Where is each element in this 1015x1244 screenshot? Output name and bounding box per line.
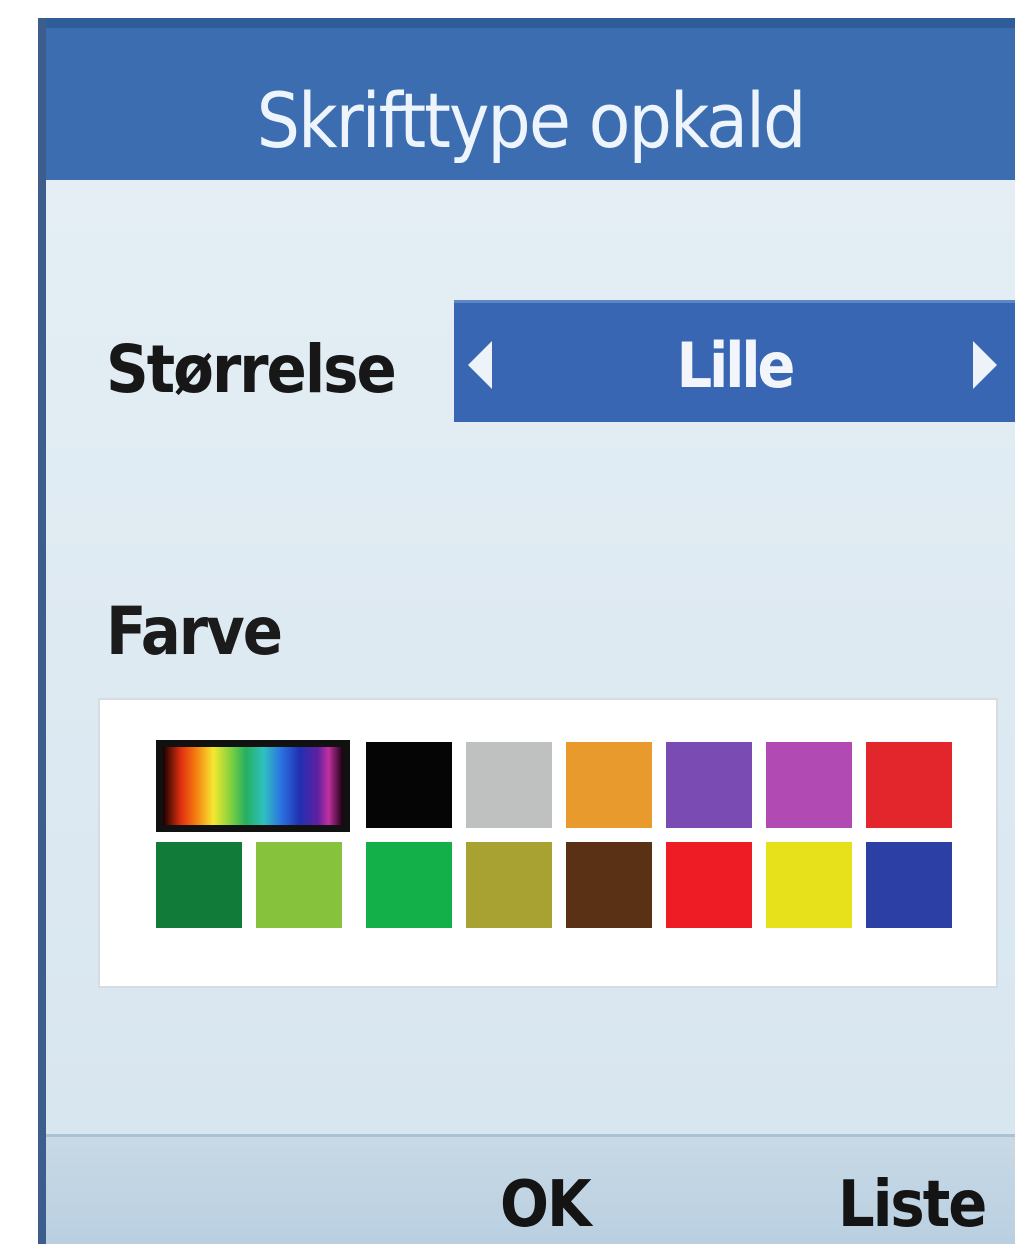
size-value: Lille (676, 329, 796, 402)
color-swatch-yellow[interactable] (766, 842, 852, 928)
size-label: Størrelse (106, 331, 397, 408)
color-swatch-violet[interactable] (666, 742, 752, 828)
dialog-body: Størrelse Lille Farve (46, 180, 1015, 1134)
font-settings-dialog: Skrifttype opkald Størrelse Lille Farve (46, 18, 1015, 1244)
phone-screen-frame: Skrifttype opkald Størrelse Lille Farve (0, 0, 1015, 1244)
color-label: Farve (106, 593, 283, 670)
color-swatch-dark-green[interactable] (156, 842, 242, 928)
color-swatch-grey[interactable] (466, 742, 552, 828)
ok-softkey[interactable]: OK (500, 1165, 592, 1244)
softkey-bar: OK Liste (46, 1134, 1015, 1244)
color-swatch-orange[interactable] (566, 742, 652, 828)
color-swatch-red[interactable] (866, 742, 952, 828)
color-swatch-bright-red[interactable] (666, 842, 752, 928)
color-swatch-olive[interactable] (466, 842, 552, 928)
color-swatch-light-green[interactable] (256, 842, 342, 928)
color-swatch-brown[interactable] (566, 842, 652, 928)
rainbow-gradient (163, 747, 343, 825)
screen-bezel-edge (38, 18, 46, 1244)
color-swatch-magenta[interactable] (766, 742, 852, 828)
color-palette (98, 698, 998, 988)
list-softkey[interactable]: Liste (838, 1165, 987, 1244)
dialog-title: Skrifttype opkald (256, 76, 807, 165)
color-swatch-blue[interactable] (866, 842, 952, 928)
color-swatch-green[interactable] (366, 842, 452, 928)
size-selector[interactable]: Lille (454, 300, 1015, 422)
color-swatch-rainbow[interactable] (156, 740, 350, 832)
arrow-right-icon[interactable] (973, 341, 997, 389)
color-swatch-black[interactable] (366, 742, 452, 828)
title-bar: Skrifttype opkald (46, 18, 1015, 180)
